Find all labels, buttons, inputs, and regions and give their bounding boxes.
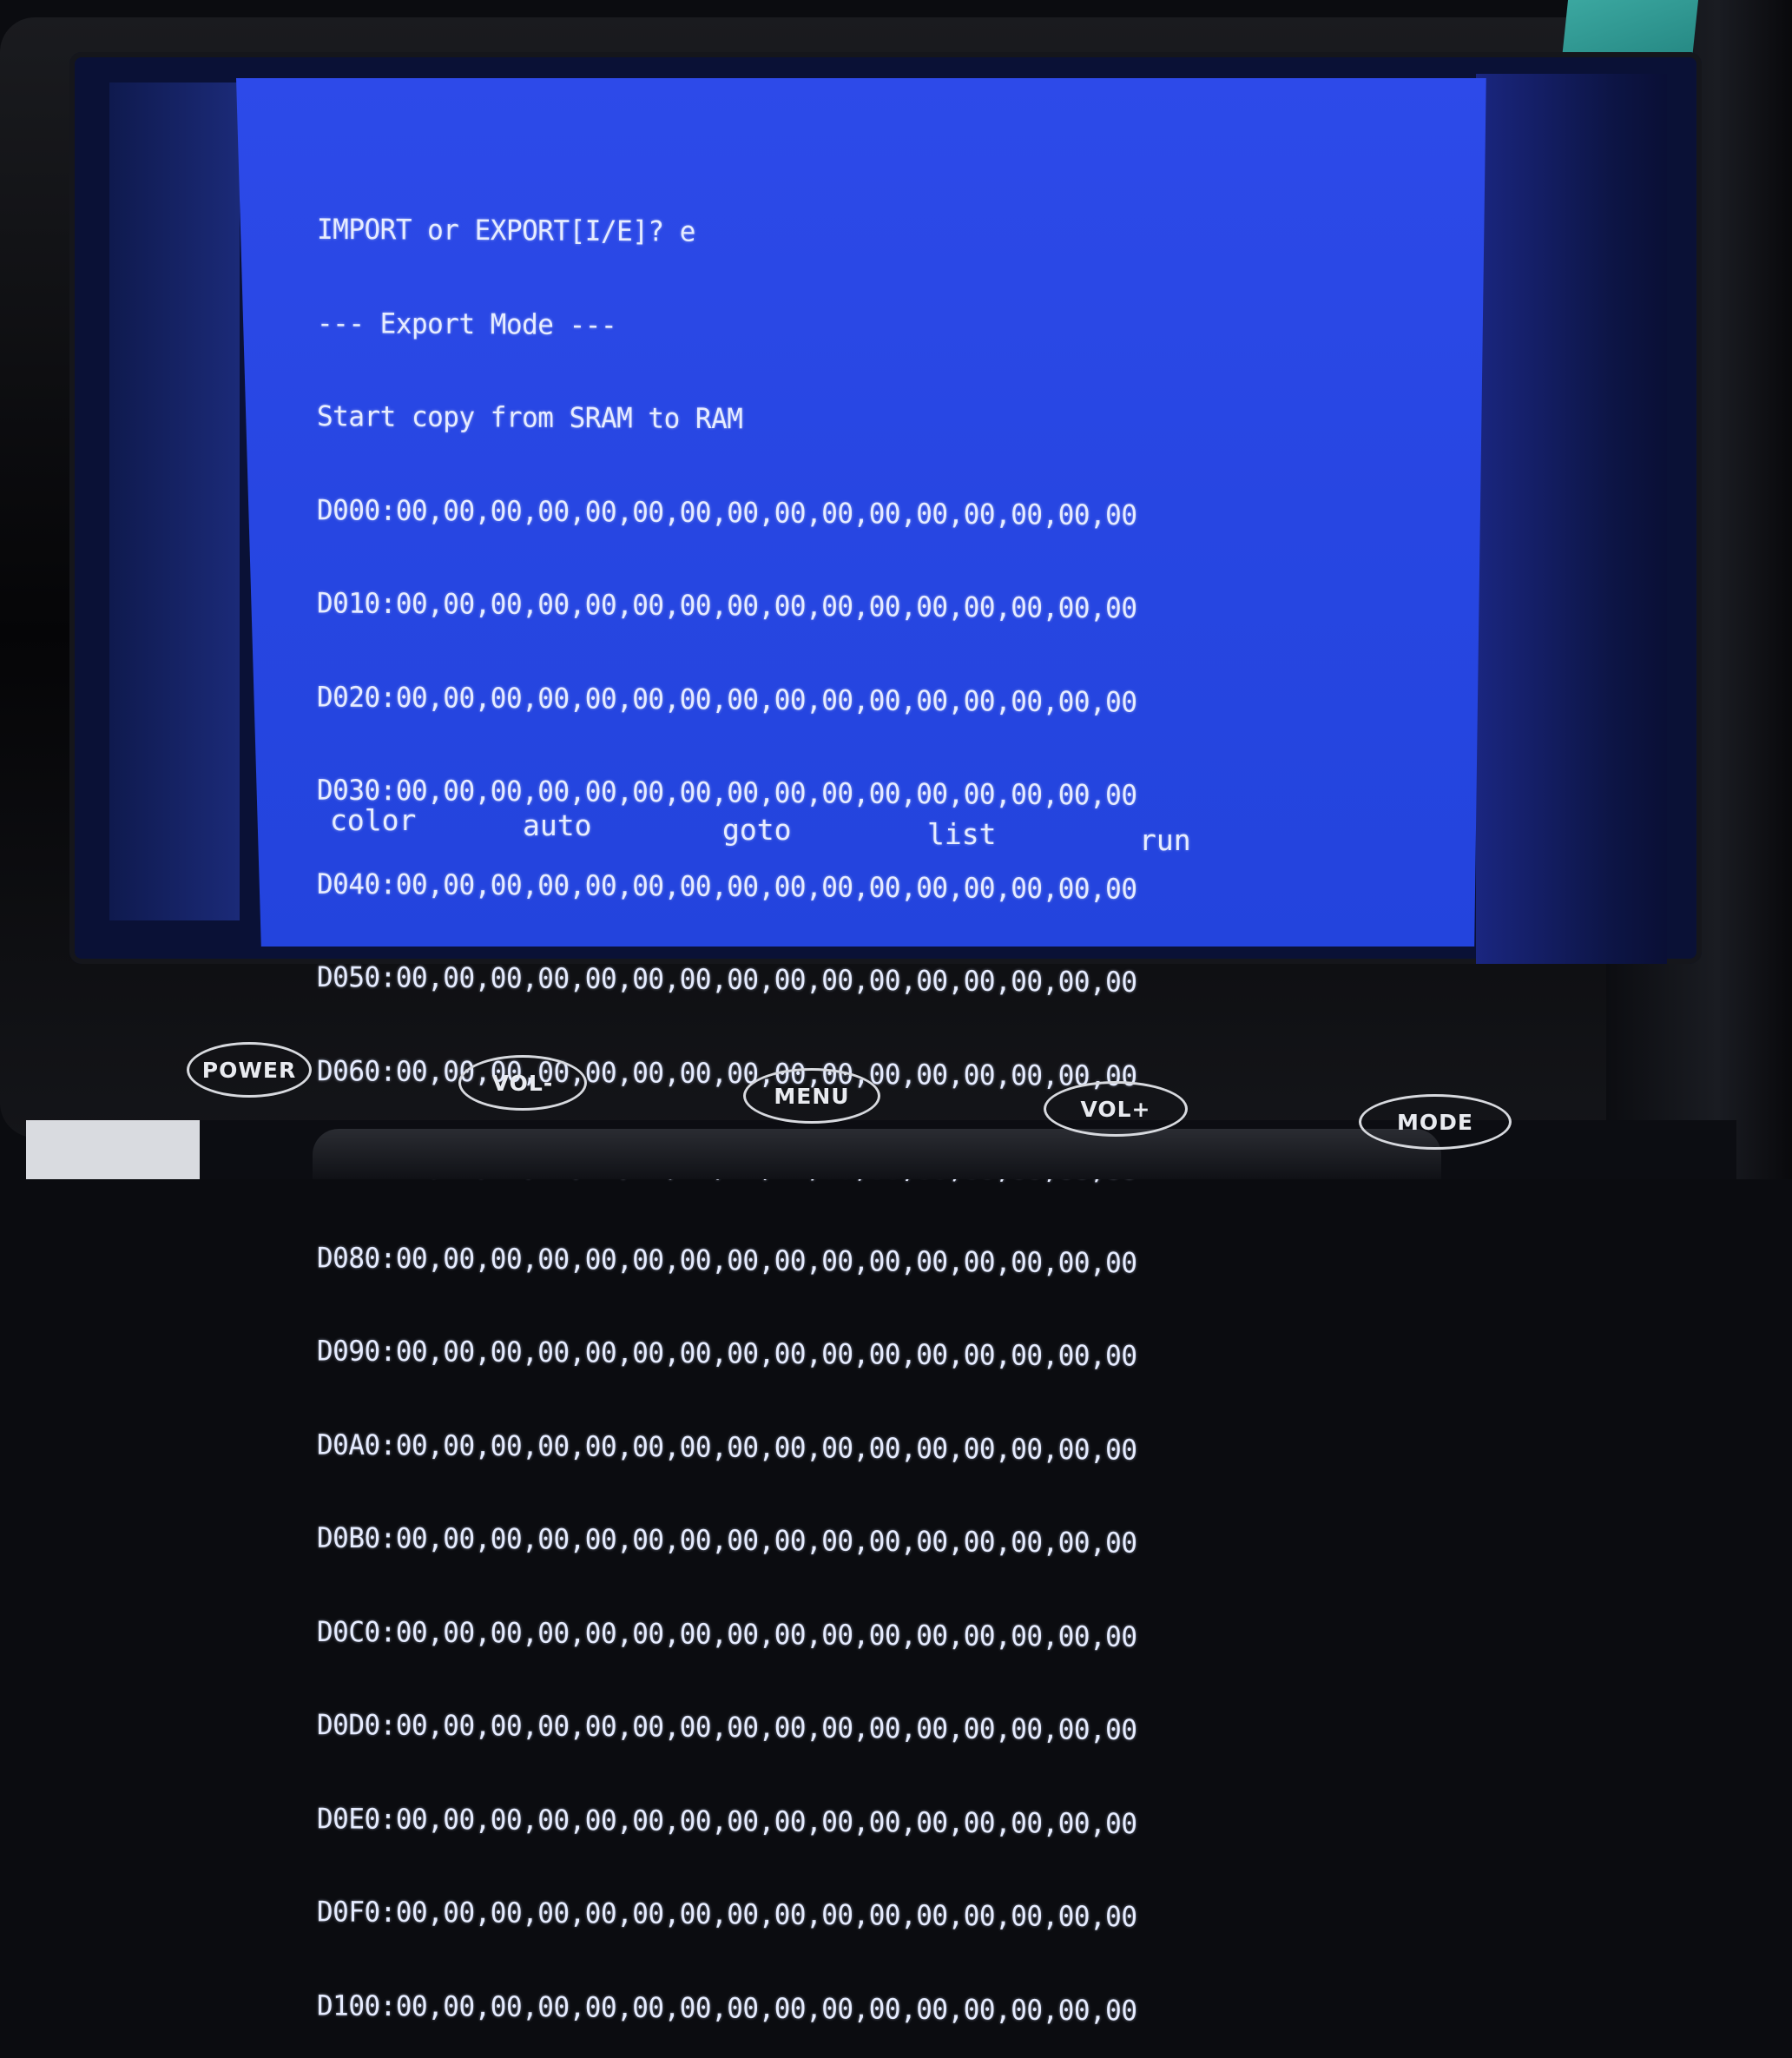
fkey-color[interactable]: color (330, 803, 416, 837)
desk-object (26, 1120, 200, 1179)
memory-dump-row: D050:00,00,00,00,00,00,00,00,00,00,00,00… (317, 960, 1137, 999)
function-key-bar: color auto goto list run (330, 803, 1285, 857)
terminal-line: --- Export Mode --- (317, 307, 617, 341)
memory-dump-row: D0E0:00,00,00,00,00,00,00,00,00,00,00,00… (317, 1802, 1137, 1841)
volume-down-button[interactable]: VOL- (458, 1055, 587, 1111)
fkey-goto[interactable]: goto (722, 813, 791, 847)
monitor-stand (313, 1129, 1441, 1179)
memory-dump-row: D0B0:00,00,00,00,00,00,00,00,00,00,00,00… (317, 1521, 1137, 1560)
screen-unused-area-right (1476, 74, 1667, 964)
memory-dump-row: D000:00,00,00,00,00,00,00,00,00,00,00,00… (317, 493, 1137, 532)
terminal-output: IMPORT or EXPORT[I/E]? e --- Export Mode… (317, 152, 1137, 2058)
fkey-list[interactable]: list (927, 817, 996, 851)
terminal-line: Start copy from SRAM to RAM (317, 400, 743, 436)
memory-dump-row: D0F0:00,00,00,00,00,00,00,00,00,00,00,00… (317, 1896, 1137, 1934)
memory-dump-row: D080:00,00,00,00,00,00,00,00,00,00,00,00… (317, 1241, 1137, 1280)
memory-dump-row: D090:00,00,00,00,00,00,00,00,00,00,00,00… (317, 1335, 1137, 1373)
fkey-run[interactable]: run (1139, 823, 1191, 857)
memory-dump-row: D060:00,00,00,00,00,00,00,00,00,00,00,00… (317, 1054, 1137, 1092)
memory-dump-row: D100:00,00,00,00,00,00,00,00,00,00,00,00… (317, 1989, 1137, 2028)
memory-dump-row: D040:00,00,00,00,00,00,00,00,00,00,00,00… (317, 867, 1137, 906)
memory-dump-row: D010:00,00,00,00,00,00,00,00,00,00,00,00… (317, 587, 1137, 625)
memory-dump-row: D0A0:00,00,00,00,00,00,00,00,00,00,00,00… (317, 1428, 1137, 1467)
volume-up-button[interactable]: VOL+ (1044, 1081, 1188, 1137)
fkey-auto[interactable]: auto (523, 808, 591, 842)
screen-unused-area-left (109, 82, 240, 920)
memory-dump-row: D0D0:00,00,00,00,00,00,00,00,00,00,00,00… (317, 1708, 1137, 1747)
mode-button[interactable]: MODE (1359, 1094, 1512, 1150)
power-button[interactable]: POWER (187, 1042, 312, 1098)
menu-button[interactable]: MENU (743, 1068, 880, 1124)
memory-dump-row: D0C0:00,00,00,00,00,00,00,00,00,00,00,00… (317, 1615, 1137, 1653)
memory-dump-row: D020:00,00,00,00,00,00,00,00,00,00,00,00… (317, 680, 1137, 719)
terminal-line: IMPORT or EXPORT[I/E]? e (317, 213, 695, 248)
